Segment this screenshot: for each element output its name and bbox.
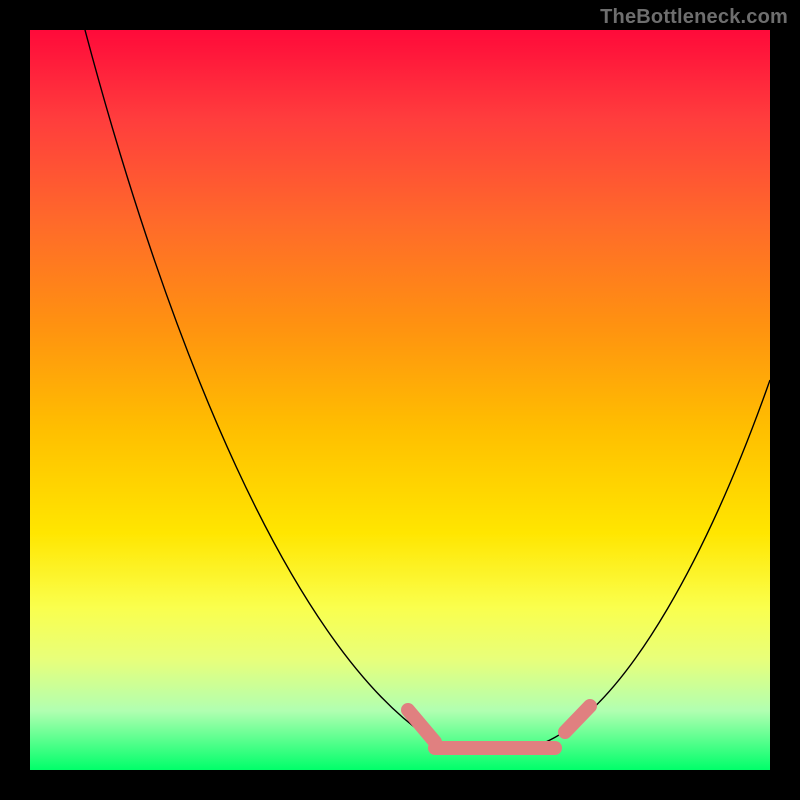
chart-svg: [30, 30, 770, 770]
highlight-segment-right: [565, 706, 590, 732]
watermark-text: TheBottleneck.com: [600, 6, 788, 29]
chart-frame: TheBottleneck.com: [0, 0, 800, 800]
gradient-plot-area: [30, 30, 770, 770]
bottleneck-curve: [85, 30, 770, 753]
